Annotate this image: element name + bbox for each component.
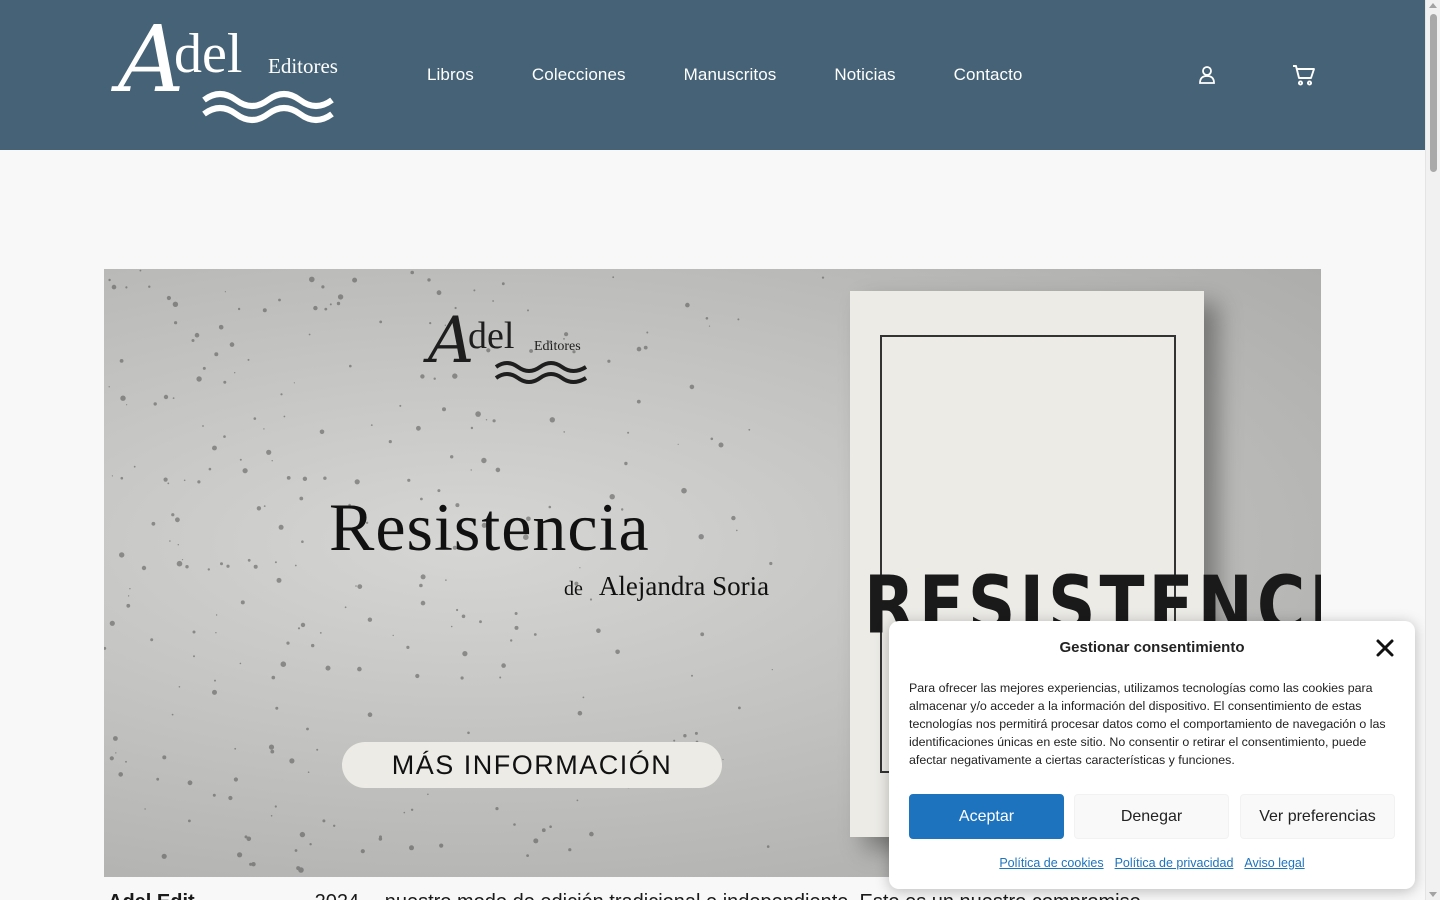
nav-item-noticias[interactable]: Noticias: [834, 64, 895, 86]
nav-item-manuscritos[interactable]: Manuscritos: [684, 64, 777, 86]
user-icon[interactable]: [1194, 62, 1220, 88]
byline-prefix: de: [564, 578, 583, 600]
intro-strong: Adel Edit: [108, 891, 195, 900]
cookie-policy-link[interactable]: Política de cookies: [999, 856, 1103, 870]
scroll-down-icon[interactable]: [1429, 892, 1437, 897]
cart-icon[interactable]: [1291, 62, 1317, 88]
scroll-up-icon[interactable]: [1429, 3, 1437, 8]
banner-logo-wordmark: del: [468, 315, 515, 357]
nav-item-colecciones[interactable]: Colecciones: [532, 64, 626, 86]
more-info-button[interactable]: MÁS INFORMACIÓN: [342, 742, 722, 788]
nav-item-contacto[interactable]: Contacto: [954, 64, 1023, 86]
nav-item-libros[interactable]: Libros: [427, 64, 474, 86]
logo-suffix: Editores: [268, 54, 338, 78]
main-nav: Libros Colecciones Manuscritos Noticias …: [427, 64, 1080, 86]
cookie-consent-dialog: Gestionar consentimiento Para ofrecer la…: [889, 621, 1415, 889]
banner-byline: de Alejandra Soria: [564, 573, 769, 600]
privacy-policy-link[interactable]: Política de privacidad: [1115, 856, 1234, 870]
logo-waves-icon: [202, 91, 334, 123]
banner-logo-waves-icon: [494, 361, 588, 384]
page-scrollbar[interactable]: [1425, 0, 1440, 900]
intro-paragraph: Adel Edit 2024 …nuestro modo de edición t…: [108, 890, 1141, 900]
scrollbar-thumb[interactable]: [1430, 14, 1437, 172]
site-header: A del Editores Libros Colecciones Manusc…: [0, 0, 1425, 150]
preferences-button[interactable]: Ver preferencias: [1240, 794, 1395, 839]
consent-title: Gestionar consentimiento: [1059, 639, 1245, 656]
banner-logo-suffix: Editores: [534, 339, 581, 354]
logo-wordmark: del: [174, 23, 243, 85]
byline-author: Alejandra Soria: [598, 571, 770, 601]
intro-body: 2024 …nuestro modo de edición tradiciona…: [315, 891, 1141, 900]
consent-body: Para ofrecer las mejores experiencias, u…: [909, 681, 1386, 767]
consent-links: Política de cookies Política de privacid…: [889, 856, 1415, 870]
legal-notice-link[interactable]: Aviso legal: [1244, 856, 1304, 870]
close-icon[interactable]: [1375, 638, 1395, 658]
banner-book-title: Resistencia: [329, 489, 650, 565]
accept-button[interactable]: Aceptar: [909, 794, 1064, 839]
banner-logo: A del Editores: [426, 309, 596, 389]
deny-button[interactable]: Denegar: [1074, 794, 1229, 839]
site-logo[interactable]: A del Editores: [112, 14, 342, 128]
